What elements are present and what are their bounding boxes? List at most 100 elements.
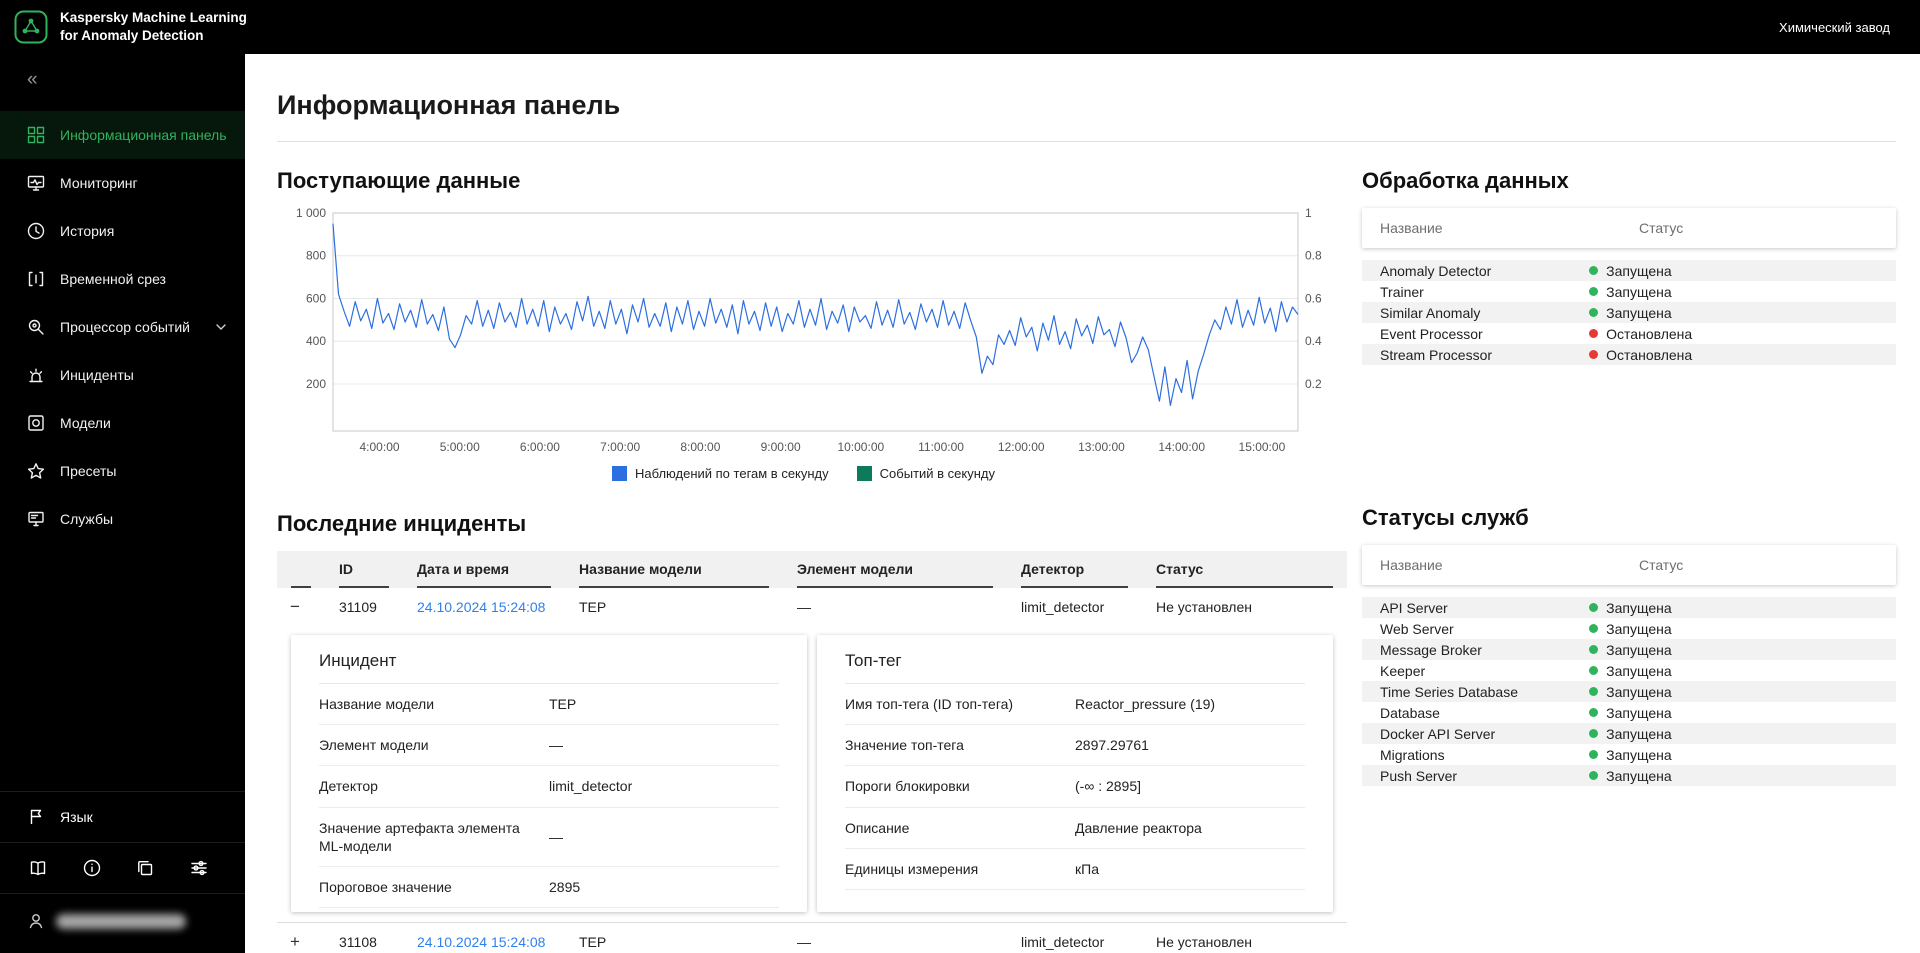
service-status: Запущена bbox=[1589, 663, 1672, 679]
status-dot-running bbox=[1589, 666, 1599, 675]
sidebar-item-event-processor[interactable]: Процессор событий bbox=[0, 303, 245, 351]
status-dot-stopped bbox=[1589, 350, 1599, 359]
sidebar-item-dashboard[interactable]: Информационная панель bbox=[0, 111, 245, 159]
tenant-name[interactable]: Химический завод bbox=[1779, 20, 1890, 35]
status-dot-running bbox=[1589, 708, 1599, 717]
sidebar-item-presets[interactable]: Пресеты bbox=[0, 447, 245, 495]
data-processing-table: Название Статус Anomaly Detector Запущена Tr… bbox=[1362, 208, 1896, 365]
service-status: Запущена bbox=[1589, 642, 1672, 658]
incidents-column-header[interactable]: Статус bbox=[1142, 551, 1347, 588]
detail-value: 2895 bbox=[549, 879, 581, 896]
docs-icon[interactable] bbox=[135, 858, 155, 878]
status-dot-running bbox=[1589, 287, 1599, 296]
detail-value: Давление реактора bbox=[1075, 819, 1202, 836]
monitoring-icon bbox=[26, 173, 46, 193]
incident-id: 31108 bbox=[339, 933, 377, 950]
sidebar-item-label: Временной срез bbox=[60, 271, 166, 287]
info-icon[interactable] bbox=[82, 858, 102, 878]
service-name: API Server bbox=[1380, 599, 1448, 616]
service-name: Keeper bbox=[1380, 662, 1426, 679]
sidebar-item-services[interactable]: Службы bbox=[0, 495, 245, 543]
status-label: Запущена bbox=[1606, 725, 1672, 742]
sidebar-item-label: Процессор событий bbox=[60, 319, 190, 335]
sidebar-item-time-slice[interactable]: Временной срез bbox=[0, 255, 245, 303]
detail-label: Значение топ-тега bbox=[845, 737, 964, 754]
legend-label: Событий в секунду bbox=[879, 466, 995, 481]
status-label: Остановлена bbox=[1606, 346, 1693, 363]
sidebar-item-incidents[interactable]: Инциденты bbox=[0, 351, 245, 399]
incidents-column-header[interactable]: Дата и время bbox=[403, 551, 565, 588]
detail-row: Значение артефакта элемента ML-модели — bbox=[319, 808, 779, 867]
incident-model: ТЕР bbox=[579, 933, 607, 950]
svg-text:5:00:00: 5:00:00 bbox=[440, 440, 480, 454]
incoming-data-chart[interactable]: 1 000 800 600 400 200 1 0.8 0.6 0.4 0.2 4:00:00 5:0… bbox=[277, 208, 1330, 460]
book-icon[interactable] bbox=[28, 858, 48, 878]
user-account[interactable] bbox=[0, 893, 245, 953]
incident-detector: limit_detector bbox=[1021, 598, 1105, 615]
collapse-row-button[interactable]: − bbox=[287, 598, 303, 615]
incidents-column-header[interactable] bbox=[277, 551, 325, 588]
incident-detail-row: Инцидент Название модели ТЕР Элемент модели… bbox=[277, 625, 1347, 924]
status-label: Запущена bbox=[1606, 704, 1672, 721]
status-dot-running bbox=[1589, 771, 1599, 780]
expand-row-button[interactable]: + bbox=[287, 933, 303, 950]
svg-text:4:00:00: 4:00:00 bbox=[360, 440, 400, 454]
service-name: Push Server bbox=[1380, 767, 1458, 784]
svg-text:11:00:00: 11:00:00 bbox=[918, 440, 964, 454]
services-icon bbox=[26, 509, 46, 529]
detail-value: (-∞ : 2895] bbox=[1075, 778, 1142, 795]
service-row: Push Server Запущена bbox=[1362, 765, 1896, 786]
detail-row: Детектор limit_detector bbox=[319, 766, 779, 808]
sidebar-collapse-button[interactable]: « bbox=[0, 54, 245, 95]
incidents-column-header[interactable]: Детектор bbox=[1007, 551, 1142, 588]
status-label: Запущена bbox=[1606, 767, 1672, 784]
svg-text:0.6: 0.6 bbox=[1305, 291, 1322, 305]
sidebar-item-monitoring[interactable]: Мониторинг bbox=[0, 159, 245, 207]
sidebar-item-label: Информационная панель bbox=[60, 127, 227, 143]
language-selector[interactable]: Язык bbox=[0, 791, 245, 842]
incidents-column-header[interactable]: Элемент модели bbox=[783, 551, 1007, 588]
models-icon bbox=[26, 413, 46, 433]
settings-icon[interactable] bbox=[189, 858, 209, 878]
incident-element: — bbox=[797, 933, 811, 950]
service-name: Web Server bbox=[1380, 620, 1454, 637]
legend-label: Наблюдений по тегам в секунду bbox=[634, 466, 829, 481]
sidebar-item-models[interactable]: Модели bbox=[0, 399, 245, 447]
incident-datetime-link[interactable]: 24.10.2024 15:24:08 bbox=[417, 599, 545, 615]
sidebar-item-history[interactable]: История bbox=[0, 207, 245, 255]
toptag-detail-card: Топ-тег Имя топ-тега (ID топ-тега) Reactor… bbox=[817, 635, 1333, 913]
incident-datetime-link[interactable]: 24.10.2024 15:24:08 bbox=[417, 934, 545, 950]
detail-label: Имя топ-тега (ID топ-тега) bbox=[845, 696, 1014, 712]
svg-text:6:00:00: 6:00:00 bbox=[520, 440, 560, 454]
incident-model: ТЕР bbox=[579, 598, 607, 615]
detail-row: Имя топ-тега (ID топ-тега) Reactor_pressu… bbox=[845, 684, 1305, 726]
svg-text:200: 200 bbox=[306, 377, 326, 391]
svg-text:12:00:00: 12:00:00 bbox=[998, 440, 1045, 454]
service-status: Запущена bbox=[1589, 747, 1672, 763]
service-status: Запущена bbox=[1589, 705, 1672, 721]
service-name: Similar Anomaly bbox=[1380, 304, 1481, 321]
history-icon bbox=[26, 221, 46, 241]
status-label: Запущена bbox=[1606, 283, 1672, 300]
main-content: Информационная панель Поступающие данные… bbox=[245, 54, 1920, 953]
incidents-column-header[interactable]: ID bbox=[325, 551, 403, 588]
detail-row: Элемент модели — bbox=[319, 725, 779, 767]
status-dot-stopped bbox=[1589, 329, 1599, 338]
status-label: Остановлена bbox=[1606, 325, 1693, 342]
kaspersky-logo-icon bbox=[14, 10, 48, 44]
status-dot-running bbox=[1589, 645, 1599, 654]
right-column: Обработка данных Название Статус Anomaly D… bbox=[1362, 164, 1896, 953]
service-row: Time Series Database Запущена bbox=[1362, 681, 1896, 702]
detail-label: Значение артефакта элемента ML-модели bbox=[319, 819, 520, 854]
app-title-line2: for Anomaly Detection bbox=[60, 28, 204, 43]
service-status: Запущена bbox=[1589, 263, 1672, 279]
detail-value: Reactor_pressure (19) bbox=[1075, 696, 1216, 713]
incident-row: +31108 24.10.2024 15:24:08 ТЕР — limit_detec… bbox=[277, 923, 1347, 953]
detail-value: ТЕР bbox=[549, 696, 577, 713]
sidebar-item-label: Пресеты bbox=[60, 463, 117, 479]
svg-text:1 000: 1 000 bbox=[296, 208, 326, 220]
service-row: Migrations Запущена bbox=[1362, 744, 1896, 765]
flag-icon bbox=[26, 807, 46, 827]
incidents-column-header[interactable]: Название модели bbox=[565, 551, 783, 588]
service-status: Остановлена bbox=[1589, 347, 1692, 363]
